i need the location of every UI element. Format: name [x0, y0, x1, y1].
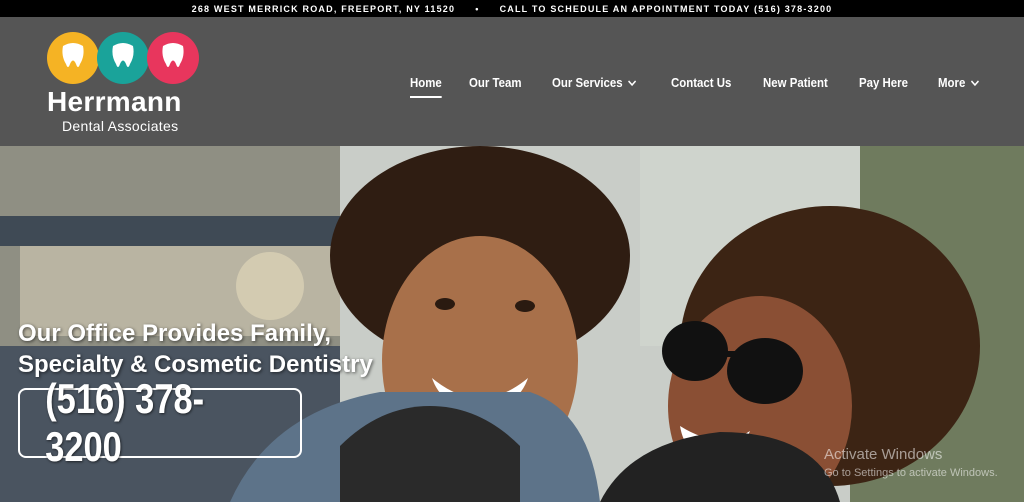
hero-banner: Our Office Provides Family, Specialty & …: [0, 146, 1024, 502]
hero-title-line1: Our Office Provides Family,: [18, 320, 331, 347]
top-info-bar: 268 WEST MERRICK ROAD, FREEPORT, NY 1152…: [0, 0, 1024, 17]
address-text: 268 WEST MERRICK ROAD, FREEPORT, NY 1152…: [191, 3, 456, 14]
call-text[interactable]: CALL TO SCHEDULE AN APPOINTMENT TODAY (5…: [500, 4, 833, 14]
nav-new-patient[interactable]: New Patient: [763, 75, 828, 90]
nav-more[interactable]: More: [938, 75, 980, 90]
tooth-icons: [47, 32, 199, 84]
logo[interactable]: Herrmann Dental Associates: [47, 29, 207, 149]
chevron-down-icon: [628, 79, 637, 86]
main-nav: Home Our Team Our Services Contact Us Ne…: [410, 75, 1008, 98]
phone-number: (516) 378-3200: [45, 375, 205, 470]
watermark-line2: Go to Settings to activate Windows.: [824, 467, 998, 479]
nav-pay-here[interactable]: Pay Here: [859, 75, 908, 90]
nav-contact-us[interactable]: Contact Us: [671, 75, 731, 90]
logo-subtitle: Dental Associates: [62, 118, 179, 134]
chevron-down-icon: [971, 79, 980, 86]
nav-home-label: Home: [410, 75, 442, 90]
separator-dot: •: [475, 3, 480, 14]
nav-our-team[interactable]: Our Team: [469, 75, 522, 90]
nav-our-team-label: Our Team: [469, 75, 522, 90]
nav-our-services[interactable]: Our Services: [552, 75, 637, 90]
nav-our-services-label: Our Services: [551, 75, 623, 90]
site-header: Herrmann Dental Associates Home Our Team…: [0, 17, 1024, 146]
windows-activation-watermark: Activate Windows Go to Settings to activ…: [824, 446, 998, 479]
nav-new-patient-label: New Patient: [762, 75, 828, 90]
phone-call-button[interactable]: (516) 378-3200: [18, 375, 302, 470]
nav-contact-us-label: Contact Us: [671, 75, 732, 90]
watermark-line1: Activate Windows: [824, 446, 943, 463]
hero-title: Our Office Provides Family, Specialty & …: [18, 318, 398, 380]
nav-more-label: More: [938, 75, 966, 90]
nav-home[interactable]: Home: [410, 75, 442, 98]
logo-brand-text: Herrmann: [47, 86, 182, 117]
nav-pay-here-label: Pay Here: [859, 75, 909, 90]
